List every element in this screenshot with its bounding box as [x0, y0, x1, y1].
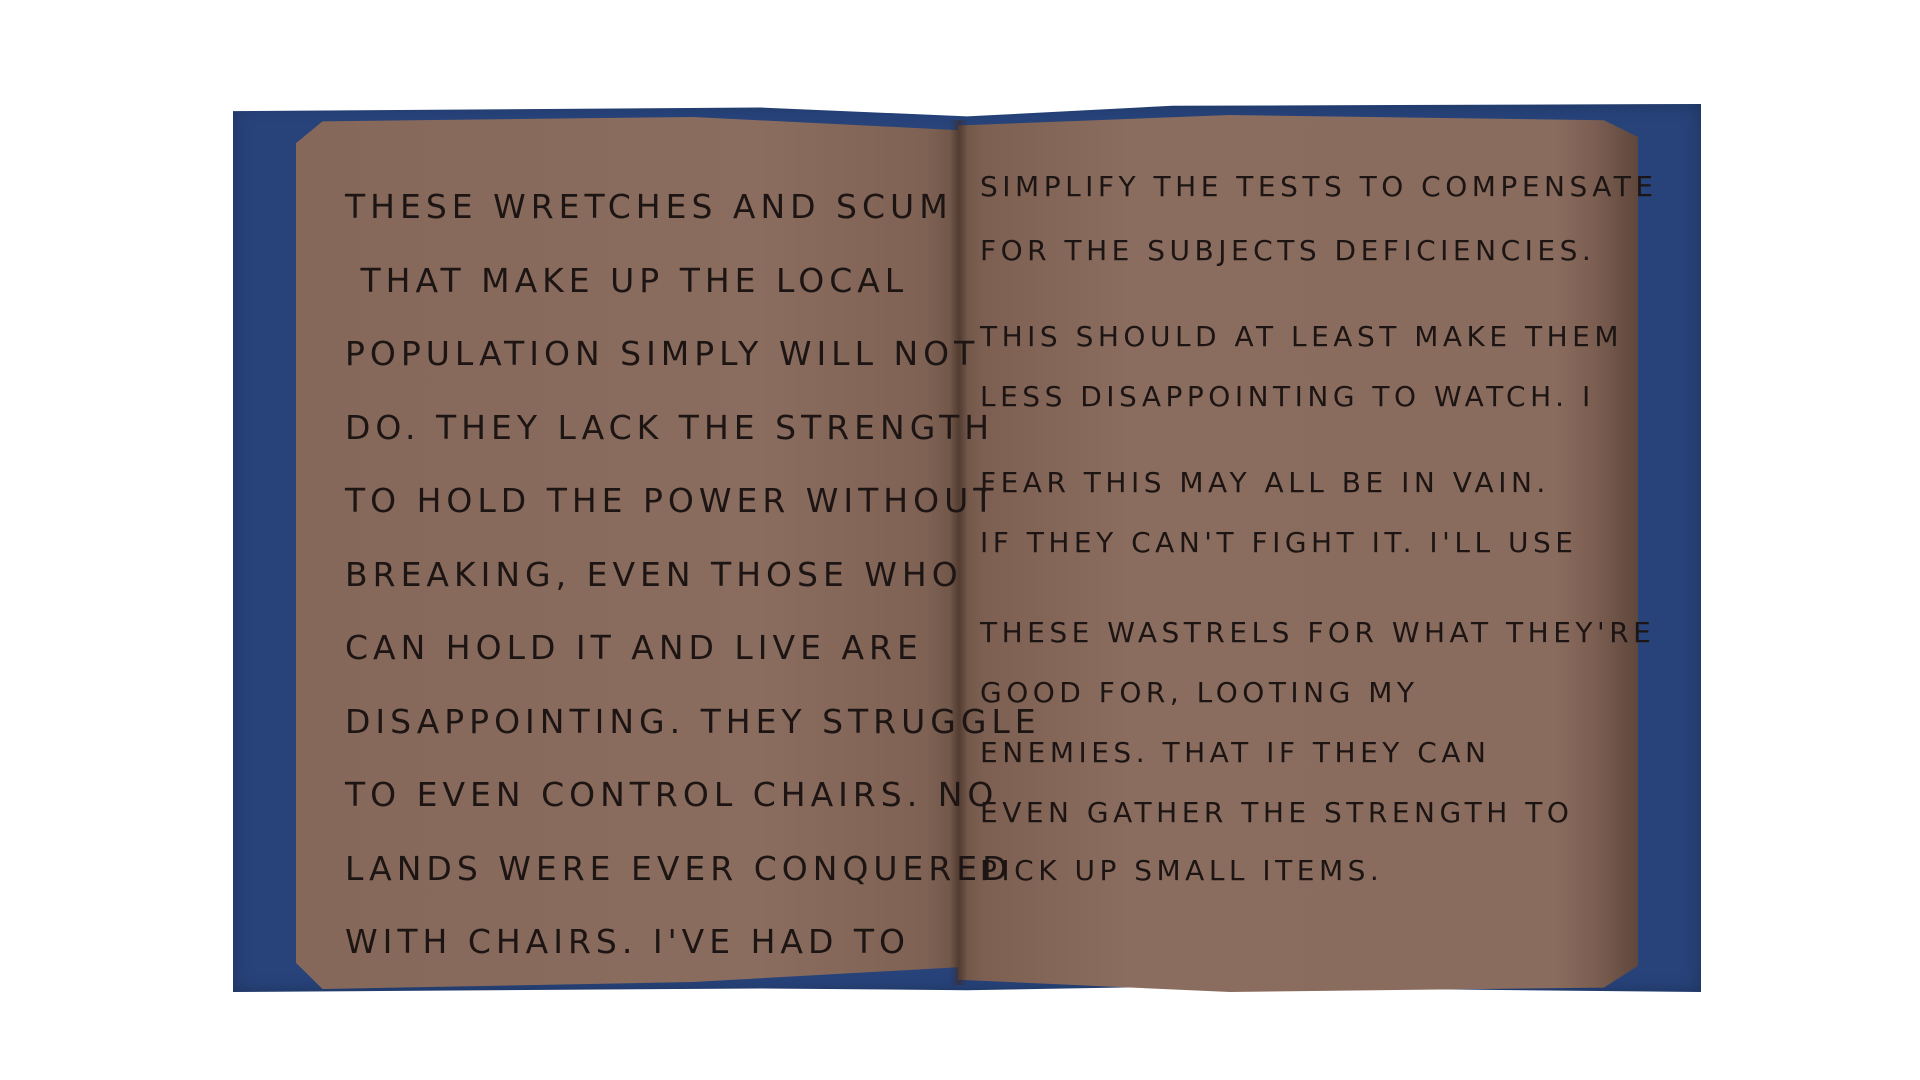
left-page-text: These wretches and scum that make up the…: [345, 170, 1041, 979]
right-line-8: good for, looting my: [980, 676, 1419, 709]
left-line-11: with chairs. I've had to: [345, 922, 910, 961]
right-line-10: even gather the strength to: [980, 796, 1574, 829]
right-line-11: pick up small items.: [980, 854, 1384, 887]
left-line-7: can hold it and live are: [345, 628, 923, 667]
right-line-6: If they can't fight it. I'll use: [980, 526, 1578, 559]
journal-screen: These wretches and scum that make up the…: [0, 0, 1920, 1080]
left-line-2: that make up the local: [345, 260, 909, 300]
left-line-6: breaking, even those who: [345, 554, 963, 594]
left-line-3: population simply will not: [345, 334, 980, 373]
left-line-9: to even control chairs. No: [345, 775, 999, 814]
left-line-1: These wretches and scum: [345, 187, 953, 226]
right-line-4: less disappointing to watch. I: [980, 380, 1595, 413]
left-line-5: to hold the power without: [345, 481, 999, 520]
right-line-5: fear this may all be in vain.: [980, 466, 1550, 499]
right-line-1: simplify the tests to compensate: [980, 170, 1658, 203]
right-line-3: This should at least make them: [980, 320, 1623, 353]
left-line-8: disappointing. They struggle: [345, 701, 1041, 741]
right-line-9: enemies. That if they can: [980, 736, 1491, 769]
right-line-2: for the subjects deficiencies.: [980, 234, 1596, 267]
left-line-4: do. They lack the strength: [345, 407, 995, 447]
right-line-7: these wastrels for what they're: [980, 616, 1656, 649]
left-line-10: lands were ever conquered: [345, 848, 1013, 888]
